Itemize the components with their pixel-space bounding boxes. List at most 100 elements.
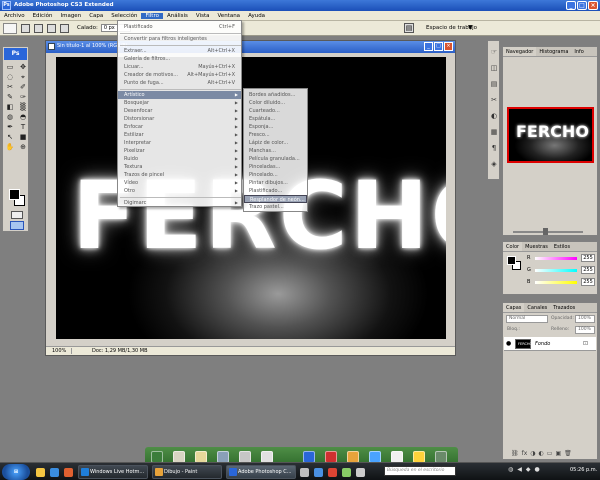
filter-menu-item[interactable]: Desenfocar ▶ (118, 107, 241, 115)
filter-menu-item[interactable]: Otro ▶ (118, 187, 241, 195)
document-size-info[interactable]: Doc: 1,29 MB/1,30 MB (72, 348, 148, 354)
ps-logo[interactable]: Ps (4, 48, 27, 60)
blue-channel-value[interactable]: 255 (581, 278, 595, 286)
green-channel-slider[interactable] (535, 269, 577, 272)
filter-menu-item[interactable]: Textura ▶ (118, 163, 241, 171)
tool-preset-picker[interactable] (3, 22, 17, 34)
submenu-item[interactable]: Pinceladas... (244, 163, 307, 171)
marquee-tool-icon[interactable]: ▭ (4, 62, 16, 72)
clone-stamp-icon[interactable]: ◧ (4, 102, 16, 112)
quicklaunch-icon[interactable] (64, 468, 73, 477)
document-titlebar[interactable]: Sin título-1 al 100% (RGB/8) _ □ × (46, 41, 455, 53)
filter-menu-item[interactable]: Estilizar ▶ (118, 131, 241, 139)
filter-menu-item[interactable]: Vídeo ▶ (118, 179, 241, 187)
submenu-item[interactable]: Cuarteado... (244, 107, 307, 115)
brush-tool-icon[interactable]: ✑ (17, 92, 29, 102)
taskbar-icon[interactable] (300, 468, 309, 477)
filter-menu-item[interactable]: Galería de filtros... (118, 55, 241, 63)
tab-histogram[interactable]: Histograma (536, 47, 571, 56)
submenu-item[interactable]: Bordes añadidos... (244, 91, 307, 99)
actions-icon[interactable]: ▤ (489, 79, 499, 89)
menu-vista[interactable]: Vista (192, 13, 214, 19)
menu-filtro[interactable]: Filtro (141, 12, 163, 19)
doc-maximize-icon[interactable]: □ (434, 42, 443, 51)
foreground-color-swatch[interactable] (9, 189, 20, 200)
desktop-search-input[interactable]: Búsqueda en el escritorio (384, 466, 456, 476)
tab-navigator[interactable]: Navegador (503, 47, 537, 56)
doc-close-icon[interactable]: × (444, 42, 453, 51)
add-selection-icon[interactable] (34, 23, 43, 33)
screen-mode-icon[interactable] (10, 221, 24, 230)
submenu-item[interactable]: Fresco... (244, 131, 307, 139)
subtract-selection-icon[interactable] (47, 23, 56, 33)
volume-icon[interactable]: ◀ (517, 466, 522, 473)
filter-menu-item[interactable]: Distorsionar ▶ (118, 115, 241, 123)
filter-menu-item[interactable]: Pixelizar ▶ (118, 147, 241, 155)
submenu-item[interactable]: Lápiz de color... (244, 139, 307, 147)
filter-menu-item[interactable]: Digimarc ▶ (118, 199, 241, 207)
quick-select-tool-icon[interactable]: ⌖ (17, 72, 29, 82)
slice-tool-icon[interactable]: ✐ (17, 82, 29, 92)
visibility-eye-icon[interactable]: ● (506, 340, 511, 347)
navigator-thumbnail[interactable]: FERCHO (507, 107, 594, 163)
tab-layers[interactable]: Capas (503, 303, 525, 312)
filter-menu-item[interactable]: Ruido ▶ (118, 155, 241, 163)
eraser-tool-icon[interactable]: ◍ (4, 112, 16, 122)
filter-menu-item[interactable]: Creador de motivos... Alt+Mayús+Ctrl+X (118, 71, 241, 79)
tab-paths[interactable]: Trazados (550, 303, 578, 312)
history-brush-icon[interactable]: ▒ (17, 102, 29, 112)
submenu-item[interactable]: Espátula... (244, 115, 307, 123)
new-selection-icon[interactable] (21, 23, 30, 33)
taskbar-icon[interactable] (342, 468, 351, 477)
new-group-icon[interactable]: ▭ (547, 450, 553, 457)
new-layer-icon[interactable]: ▣ (555, 450, 561, 457)
red-channel-value[interactable]: 255 (581, 254, 595, 262)
tab-swatches[interactable]: Muestras (522, 242, 551, 251)
quicklaunch-icon[interactable] (50, 468, 59, 477)
lasso-tool-icon[interactable]: ◌ (4, 72, 16, 82)
red-channel-slider[interactable] (535, 257, 577, 260)
filter-menu-item[interactable]: Punto de fuga... Alt+Ctrl+V (118, 79, 241, 87)
start-button[interactable]: ⊞ (2, 464, 30, 480)
path-select-icon[interactable]: ↖ (4, 132, 16, 142)
task-photoshop[interactable]: Adobe Photoshop C... (226, 465, 296, 479)
palette-well-icon[interactable]: ▤ (404, 23, 414, 33)
intersect-selection-icon[interactable] (60, 23, 69, 33)
blue-channel-slider[interactable] (535, 281, 577, 284)
network-icon[interactable]: ◍ (508, 466, 513, 473)
security-icon[interactable]: ◆ (526, 466, 531, 473)
zoom-tool-icon[interactable]: ⊕ (17, 142, 29, 152)
submenu-item-neon-glow[interactable]: Resplandor de neón... (244, 195, 307, 203)
green-channel-value[interactable]: 255 (581, 266, 595, 274)
tab-color[interactable]: Color (503, 242, 523, 251)
brushes-icon[interactable]: ◐ (489, 111, 499, 121)
menu-edicion[interactable]: Edición (29, 13, 57, 19)
minimize-icon[interactable]: _ (566, 1, 576, 10)
menu-imagen[interactable]: Imagen (56, 13, 85, 19)
fill-input[interactable]: 100% (575, 326, 595, 334)
filter-menu-item[interactable]: Trazos de pincel ▶ (118, 171, 241, 179)
navigator-zoom-slider[interactable] (513, 231, 583, 233)
filter-menu-item[interactable]: Convertir para filtros inteligentes (118, 35, 241, 43)
filter-menu-item[interactable]: Enfocar ▶ (118, 123, 241, 131)
clone-source-icon[interactable]: ▦ (489, 127, 499, 137)
zoom-level[interactable]: 100% (46, 348, 72, 354)
shape-tool-icon[interactable]: ■ (17, 132, 29, 142)
menu-capa[interactable]: Capa (85, 13, 107, 19)
adjustment-layer-icon[interactable]: ◐ (539, 450, 544, 457)
submenu-item[interactable]: Esponja... (244, 123, 307, 131)
character-icon[interactable]: ◈ (489, 159, 499, 169)
tool-presets-icon[interactable]: ✂ (489, 95, 499, 105)
move-tool-icon[interactable]: ✥ (17, 62, 29, 72)
taskbar-clock[interactable]: 05:26 p.m. (570, 467, 597, 473)
gradient-tool-icon[interactable]: ◓ (17, 112, 29, 122)
navigator-zoom-knob[interactable] (543, 228, 548, 235)
trash-icon[interactable]: 🗑 (564, 450, 572, 457)
filter-menu-item[interactable]: Licuar... Mayús+Ctrl+X (118, 63, 241, 71)
pen-tool-icon[interactable]: ✒ (4, 122, 16, 132)
filter-menu-item[interactable]: Interpretar ▶ (118, 139, 241, 147)
menu-analisis[interactable]: Análisis (163, 13, 192, 19)
link-layers-icon[interactable]: ⛓ (511, 450, 519, 457)
menu-archivo[interactable]: Archivo (0, 13, 29, 19)
submenu-item[interactable]: Color diluido... (244, 99, 307, 107)
